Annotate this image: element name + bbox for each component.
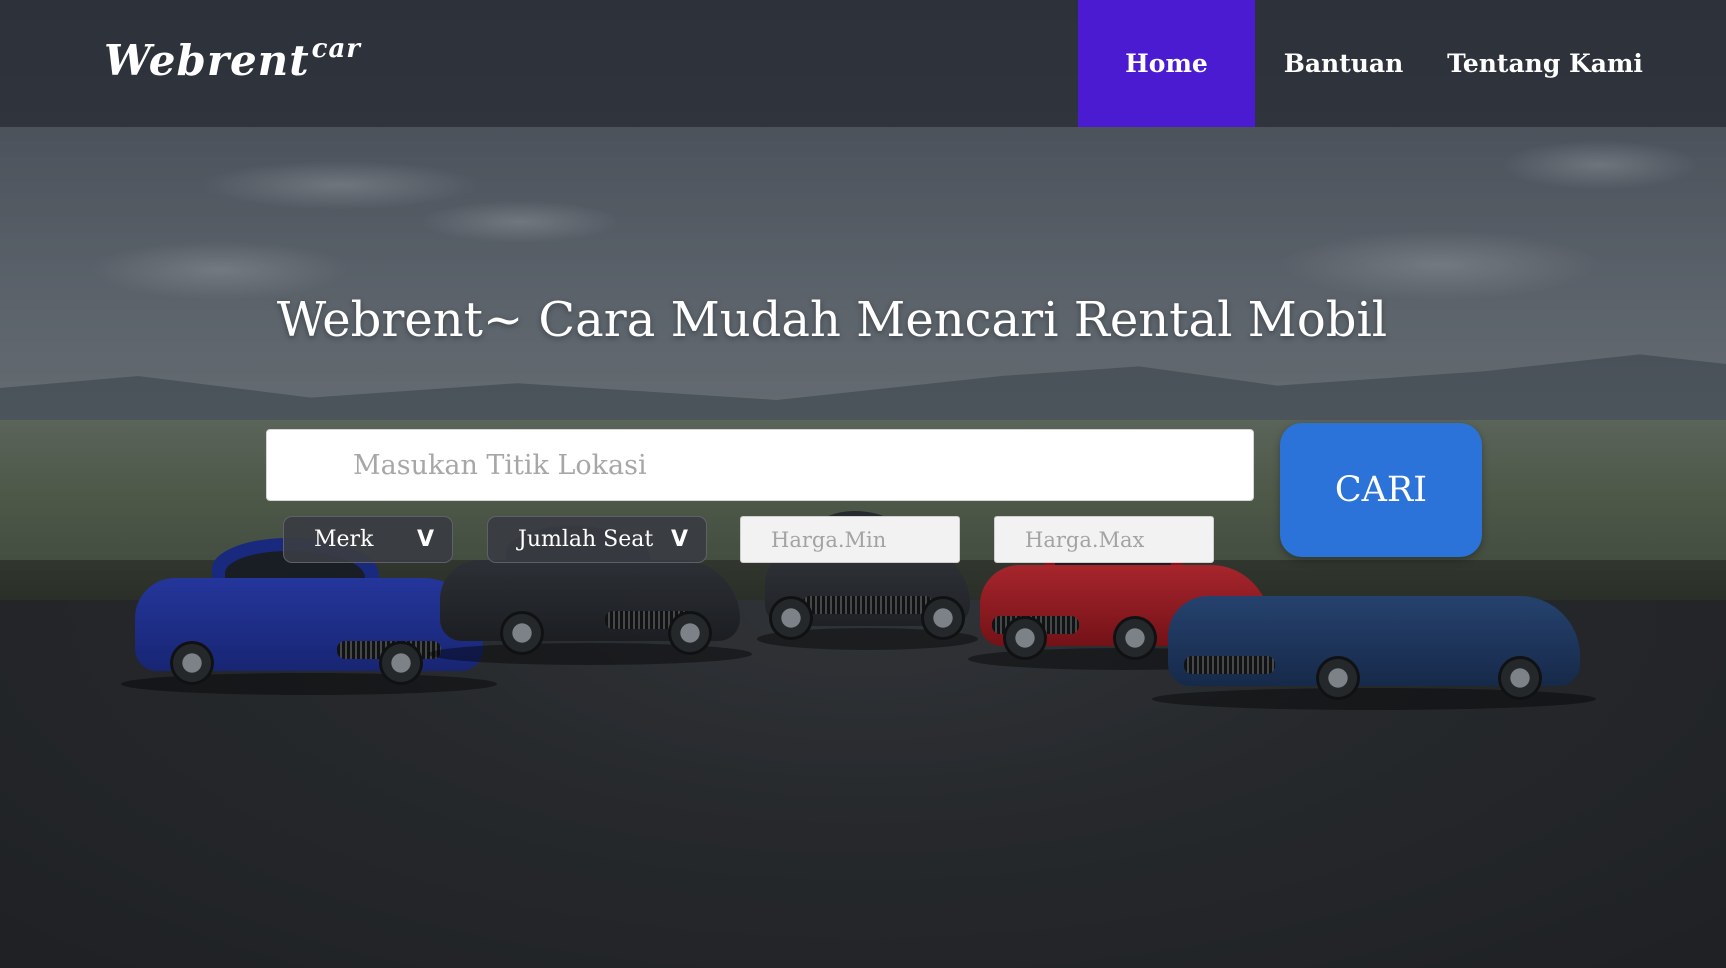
seat-dropdown[interactable]: Jumlah Seat V <box>487 516 707 563</box>
merk-dropdown-label: Merk <box>314 527 374 552</box>
location-search-input[interactable] <box>266 429 1254 501</box>
merk-dropdown[interactable]: Merk V <box>283 516 453 563</box>
min-price-input[interactable] <box>740 516 960 563</box>
brand-suffix: car <box>311 34 362 64</box>
brand-logo[interactable]: Webrentcar <box>104 34 361 85</box>
max-price-input[interactable] <box>994 516 1214 563</box>
navbar: Webrentcar Home Bantuan Tentang Kami <box>0 0 1726 127</box>
chevron-down-icon: V <box>416 527 434 552</box>
search-button[interactable]: CARI <box>1280 423 1482 557</box>
page: Webrentcar Home Bantuan Tentang Kami Web… <box>0 0 1726 968</box>
nav-item-home[interactable]: Home <box>1078 0 1255 127</box>
nav-item-tentang-kami[interactable]: Tentang Kami <box>1440 0 1650 127</box>
chevron-down-icon: V <box>670 527 688 552</box>
seat-dropdown-label: Jumlah Seat <box>518 527 654 552</box>
nav-item-bantuan[interactable]: Bantuan <box>1275 0 1412 127</box>
hero-title: Webrent~ Cara Mudah Mencari Rental Mobil <box>276 292 1388 348</box>
brand-name: Webrent <box>104 36 310 85</box>
